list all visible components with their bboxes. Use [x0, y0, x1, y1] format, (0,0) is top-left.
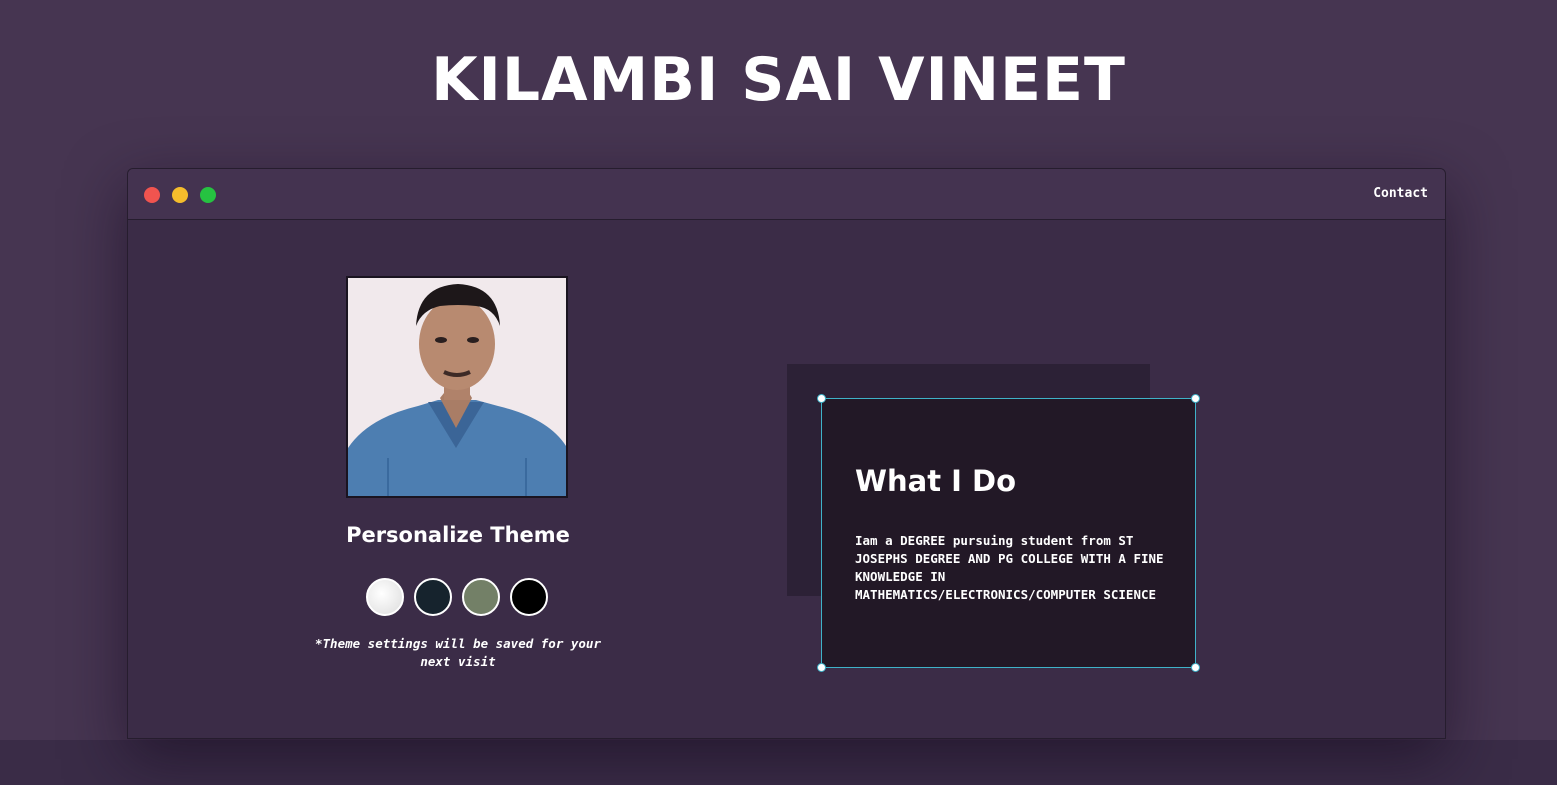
- theme-swatch-light[interactable]: [366, 578, 404, 616]
- theme-swatch-olive[interactable]: [462, 578, 500, 616]
- theme-swatch-black[interactable]: [510, 578, 548, 616]
- theme-settings-note: *Theme settings will be saved for your n…: [315, 636, 601, 669]
- maximize-dot-icon[interactable]: [200, 187, 216, 203]
- what-i-do-title: What I Do: [855, 464, 1017, 498]
- personalize-theme-heading: Personalize Theme: [346, 523, 570, 547]
- what-i-do-body: Iam a DEGREE pursuing student from ST JO…: [855, 533, 1164, 602]
- resize-handle-top-left-icon[interactable]: [817, 394, 826, 403]
- window-titlebar: Contact: [128, 169, 1445, 220]
- what-i-do-card: What I Do Iam a DEGREE pursuing student …: [817, 394, 1200, 672]
- resize-handle-bottom-right-icon[interactable]: [1191, 663, 1200, 672]
- profile-photo-icon: [348, 278, 566, 496]
- close-dot-icon[interactable]: [144, 187, 160, 203]
- site-title: KILAMBI SAI VINEET: [431, 45, 1126, 115]
- resize-handle-top-right-icon[interactable]: [1191, 394, 1200, 403]
- contact-link[interactable]: Contact: [1373, 186, 1428, 201]
- resize-handle-bottom-left-icon[interactable]: [817, 663, 826, 672]
- minimize-dot-icon[interactable]: [172, 187, 188, 203]
- browser-window: Contact Personalize Theme *Theme setting…: [127, 168, 1446, 739]
- profile-photo: [346, 276, 568, 498]
- theme-swatch-navy[interactable]: [414, 578, 452, 616]
- page-footer-strip: [0, 740, 1557, 785]
